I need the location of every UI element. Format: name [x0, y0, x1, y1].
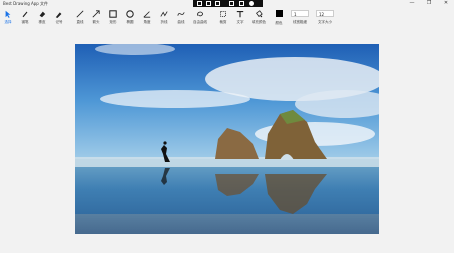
file-menu[interactable]: 文件: [40, 1, 48, 7]
new-icon[interactable]: [197, 1, 202, 6]
close-button[interactable]: ✕: [438, 0, 454, 7]
rectangle-icon: [109, 10, 117, 18]
eraser-icon: [39, 11, 46, 18]
tool-label: 填充颜色: [252, 20, 266, 24]
polyline-icon: [160, 11, 168, 17]
freeform-icon: [197, 11, 203, 17]
curve-icon: [177, 12, 185, 16]
crop-icon: [220, 11, 226, 17]
arrow-icon: [92, 10, 100, 18]
copy-icon[interactable]: [229, 1, 234, 6]
maximize-button[interactable]: ❐: [421, 0, 437, 7]
minimize-button[interactable]: —: [404, 0, 420, 7]
tool-highlighter[interactable]: 记号: [48, 8, 70, 26]
drawing-canvas[interactable]: [75, 44, 379, 234]
color-label: 颜色: [275, 21, 283, 25]
share-icon[interactable]: [249, 1, 254, 6]
tool-fill[interactable]: 填充颜色: [248, 8, 270, 26]
line-width-field[interactable]: 1: [291, 10, 309, 17]
angle-icon: [143, 11, 151, 18]
font-size-field[interactable]: 12: [316, 10, 334, 17]
color-swatch[interactable]: [276, 10, 283, 17]
highlighter-icon: [55, 12, 62, 18]
line-icon: [76, 10, 84, 18]
pen-icon: [22, 11, 28, 18]
text-icon: [236, 11, 244, 18]
tool-freeform[interactable]: 自由曲线: [189, 8, 211, 26]
tool-label: 自由曲线: [193, 20, 207, 24]
line-width-label: 线宽粗细: [293, 20, 307, 24]
font-size-label: 文字大小: [318, 20, 332, 24]
cursor-icon: [5, 10, 11, 18]
fill-icon: [256, 10, 263, 18]
quick-access-bar: [193, 0, 263, 7]
title-bar: Best Drawing App 文件 — ❐ ✕: [0, 0, 454, 8]
toolbar: 选择 钢笔 橡皮 记号 直线 箭头 矩形 椭圆 角度 折线 曲线 自由曲线 裁剪…: [0, 8, 454, 28]
app-title: Best Drawing App: [3, 1, 39, 6]
tool-label: 记号: [55, 20, 63, 24]
canvas-image: [75, 44, 379, 234]
save-icon[interactable]: [215, 1, 220, 6]
paste-icon[interactable]: [239, 1, 244, 6]
ellipse-icon: [126, 10, 134, 18]
open-icon[interactable]: [206, 1, 211, 6]
